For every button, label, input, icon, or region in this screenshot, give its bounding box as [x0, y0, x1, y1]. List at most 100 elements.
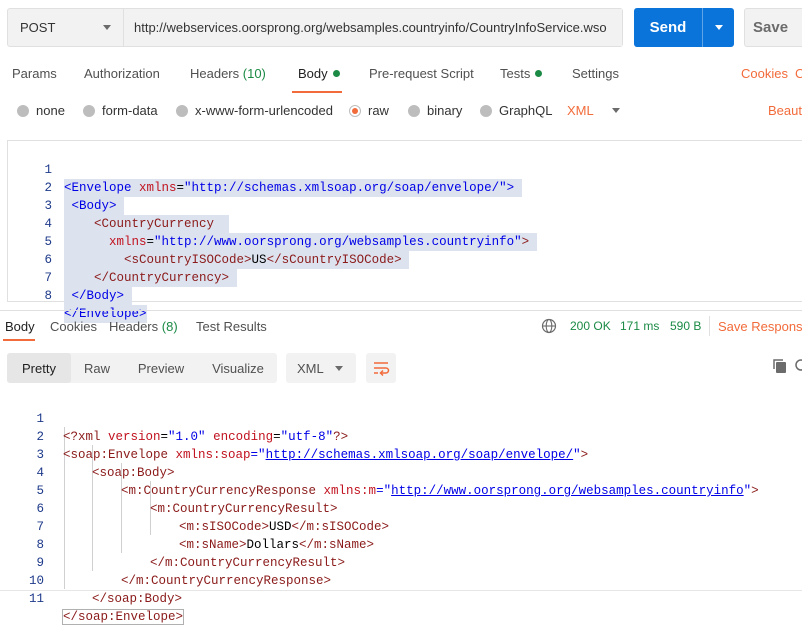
response-headers-count: (8) — [161, 319, 178, 334]
viewer-line: 6 <m:sISOCode>USD</m:sISOCode> — [0, 482, 389, 534]
send-options-button[interactable] — [702, 8, 734, 47]
send-button-group: Send — [634, 8, 734, 47]
response-tabs: Body Cookies Headers (8) Test Results 20… — [0, 316, 802, 337]
active-tab-indicator — [292, 91, 342, 93]
tab-headers[interactable]: Headers (10) — [190, 66, 266, 81]
tab-response-headers[interactable]: Headers (8) — [109, 319, 178, 334]
modified-dot-icon — [535, 70, 543, 77]
view-raw[interactable]: Raw — [71, 353, 123, 383]
viewer-line: 3 <soap:Body> — [0, 428, 174, 480]
save-button[interactable]: Save — [744, 8, 802, 47]
vertical-divider — [709, 316, 710, 336]
method-label: POST — [20, 20, 56, 35]
radio-icon — [408, 104, 420, 117]
radio-binary[interactable]: binary — [408, 103, 462, 118]
code-token: xmlns:m — [323, 484, 377, 498]
line-number: 8 — [44, 289, 52, 303]
view-visualize[interactable]: Visualize — [199, 353, 277, 383]
view-pretty[interactable]: Pretty — [7, 353, 71, 383]
radio-icon — [480, 104, 492, 117]
radio-selected-icon — [349, 104, 361, 117]
tab-params[interactable]: Params — [12, 66, 57, 81]
code-token: <soap:Envelope — [63, 448, 176, 462]
radio-form-data[interactable]: form-data — [83, 103, 158, 118]
editor-line: 5 <sCountryISOCode>US</sCountryISOCode> — [8, 215, 802, 269]
namespace-link[interactable]: http://www.oorsprong.org/websamples.coun… — [391, 484, 744, 498]
copy-icon[interactable] — [772, 358, 788, 374]
tab-response-headers-label: Headers — [109, 319, 159, 334]
response-body-viewer[interactable]: 1 <?xml version="1.0" encoding="utf-8"?>… — [0, 391, 802, 625]
editor-line: 8 </Envelope> — [8, 269, 802, 323]
caret-down-icon — [714, 25, 723, 30]
response-format-select[interactable]: XML — [286, 353, 356, 383]
code-token: version — [108, 430, 161, 444]
response-size[interactable]: 590 B — [670, 319, 701, 333]
globe-icon[interactable] — [541, 318, 557, 337]
modified-dot-icon — [332, 70, 340, 77]
tab-tests[interactable]: Tests — [500, 66, 543, 81]
radio-graphql[interactable]: GraphQL — [480, 103, 552, 118]
code-token: "1.0" — [168, 430, 206, 444]
code-token: <m:CountryCurrencyResult> — [150, 502, 338, 516]
search-icon[interactable] — [792, 358, 802, 374]
headers-count: (10) — [242, 66, 266, 81]
tab-body[interactable]: Body — [298, 66, 340, 81]
caret-down-icon — [335, 365, 343, 371]
radio-none[interactable]: none — [17, 103, 65, 118]
request-bar: POST http://webservices.oorsprong.org/we… — [7, 8, 623, 47]
editor-line: 4 xmlns="http://www.oorsprong.org/websam… — [8, 197, 802, 251]
viewer-line: 1 <?xml version="1.0" encoding="utf-8"?> — [0, 392, 348, 444]
tab-authorization[interactable]: Authorization — [84, 66, 160, 81]
format-select[interactable]: XML — [567, 103, 620, 118]
code-token: </m:CountryCurrencyResult> — [150, 556, 346, 570]
request-body-editor[interactable]: 1 <Envelope xmlns="http://schemas.xmlsoa… — [7, 140, 802, 323]
wrap-lines-button[interactable] — [366, 353, 396, 383]
code-token: =" — [250, 448, 266, 462]
code-token: </soap:Body> — [92, 592, 183, 606]
tab-pre-request-script[interactable]: Pre-request Script — [369, 66, 474, 81]
namespace-link[interactable]: http://schemas.xmlsoap.org/soap/envelope… — [266, 448, 574, 462]
save-response-button[interactable]: Save Response — [718, 319, 802, 334]
view-preview[interactable]: Preview — [123, 353, 199, 383]
code-token: <soap:Body> — [92, 466, 175, 480]
caret-down-icon — [103, 25, 111, 30]
send-button[interactable]: Send — [634, 8, 702, 47]
tab-response-cookies[interactable]: Cookies — [50, 319, 97, 334]
code-token: <m:sName> — [179, 538, 247, 552]
code-token: > — [751, 484, 759, 498]
radio-icon — [83, 104, 95, 117]
radio-icon — [17, 104, 29, 117]
body-type-options: none form-data x-www-form-urlencoded raw… — [0, 103, 802, 119]
code-link[interactable]: C — [795, 66, 802, 81]
method-select[interactable]: POST — [8, 9, 124, 46]
viewer-line: 7 <m:sName>Dollars</m:sName> — [0, 500, 374, 552]
tab-response-body[interactable]: Body — [5, 319, 35, 334]
editor-line: 3 <CountryCurrency — [8, 179, 802, 233]
cookies-link[interactable]: Cookies — [741, 66, 788, 81]
radio-binary-label: binary — [427, 103, 463, 118]
radio-urlencoded[interactable]: x-www-form-urlencoded — [176, 103, 333, 118]
status-code[interactable]: 200 OK — [570, 319, 611, 333]
radio-form-data-label: form-data — [102, 103, 158, 118]
editor-line: 6 </CountryCurrency> — [8, 233, 802, 287]
editor-line: 1 <Envelope xmlns="http://schemas.xmlsoa… — [8, 143, 802, 197]
code-token: "utf-8" — [280, 430, 334, 444]
response-time[interactable]: 171 ms — [620, 319, 659, 333]
viewer-bottom-border — [0, 590, 802, 591]
request-tabs: Params Authorization Headers (10) Body P… — [0, 66, 802, 86]
radio-raw[interactable]: raw — [349, 103, 389, 118]
beautify-link[interactable]: Beautif — [768, 103, 802, 118]
viewer-line: 5 <m:CountryCurrencyResult> — [0, 464, 337, 516]
viewer-line: 9 </m:CountryCurrencyResponse> — [0, 536, 331, 588]
section-divider — [0, 310, 802, 311]
code-token: ?> — [333, 430, 349, 444]
code-token: xmlns:soap — [175, 448, 251, 462]
tab-settings[interactable]: Settings — [572, 66, 619, 81]
editor-line: 7 </Body> — [8, 251, 802, 305]
url-input[interactable]: http://webservices.oorsprong.org/websamp… — [124, 9, 622, 46]
code-token: </soap:Envelope> — [61, 609, 185, 625]
code-token: " — [573, 448, 581, 462]
tab-test-results[interactable]: Test Results — [196, 319, 267, 334]
active-response-tab-indicator — [3, 339, 35, 341]
